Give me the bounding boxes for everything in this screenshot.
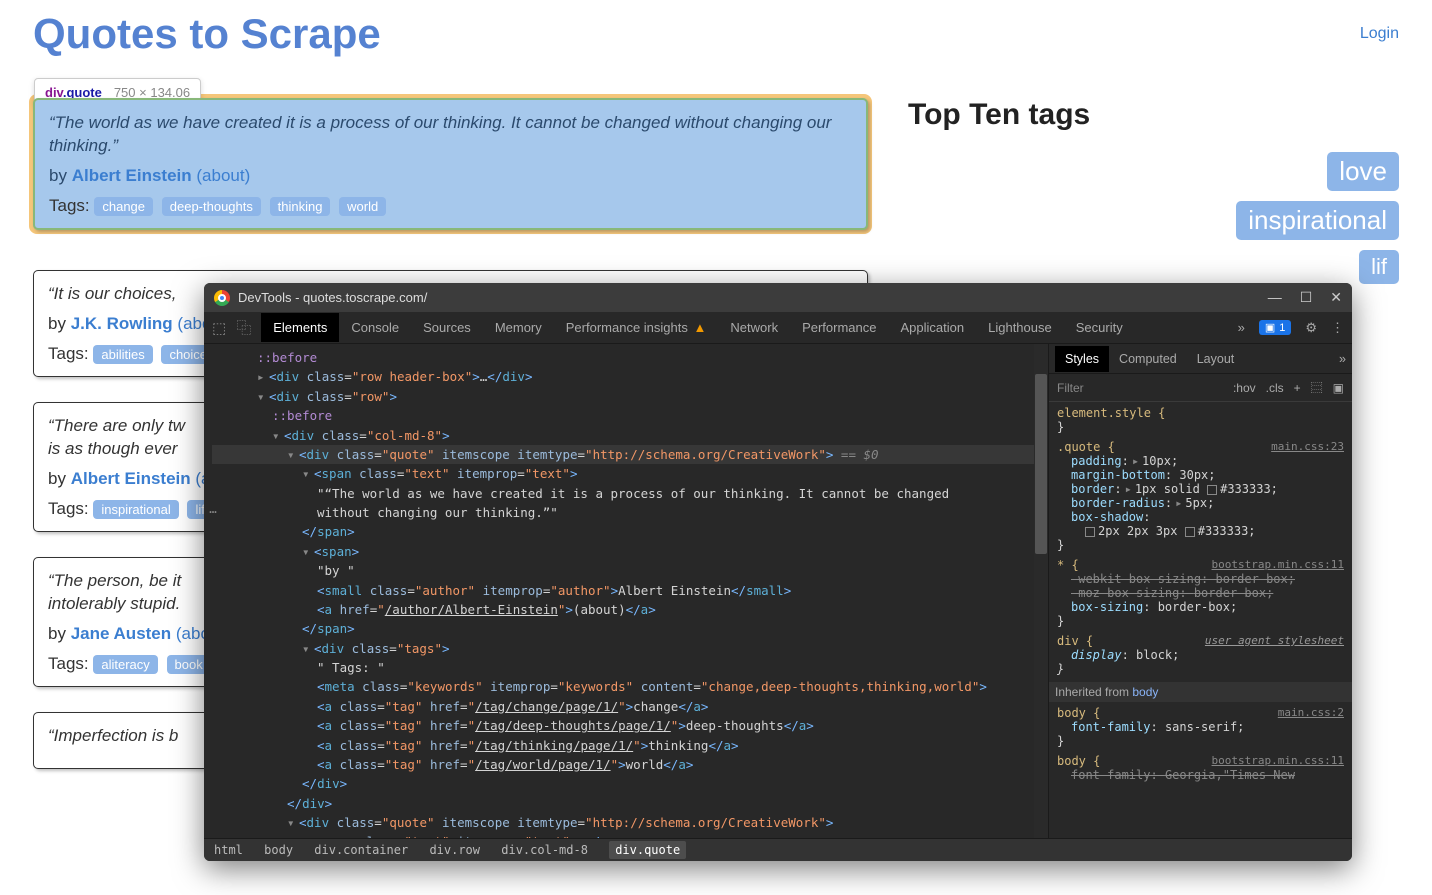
- styles-tab-styles[interactable]: Styles: [1055, 346, 1109, 372]
- issues-badge[interactable]: ▣ 1: [1259, 320, 1292, 335]
- more-styles-tabs-icon[interactable]: »: [1339, 352, 1346, 366]
- chrome-icon: [214, 290, 230, 306]
- tab-security[interactable]: Security: [1064, 313, 1135, 342]
- author-link[interactable]: Jane Austen: [71, 624, 171, 643]
- devtools-window: DevTools - quotes.toscrape.com/ — ☐ ✕ ⬚ …: [204, 283, 1352, 861]
- computed-sidebar-icon[interactable]: ⿳: [1311, 379, 1323, 396]
- tab-application[interactable]: Application: [889, 313, 977, 342]
- tab-console[interactable]: Console: [339, 313, 411, 342]
- styles-tab-computed[interactable]: Computed: [1109, 346, 1187, 372]
- tab-network[interactable]: Network: [718, 313, 790, 342]
- styles-tab-layout[interactable]: Layout: [1187, 346, 1245, 372]
- tab-memory[interactable]: Memory: [483, 313, 554, 342]
- elements-breadcrumb[interactable]: html body div.container div.row div.col-…: [204, 838, 1352, 861]
- tag[interactable]: thinking: [270, 197, 331, 216]
- tab-sources[interactable]: Sources: [411, 313, 483, 342]
- tag[interactable]: change: [94, 197, 153, 216]
- devtools-tabs: ⬚ ⿻ Elements Console Sources Memory Perf…: [204, 312, 1352, 344]
- tag[interactable]: deep-thoughts: [162, 197, 261, 216]
- site-title[interactable]: Quotes to Scrape: [33, 10, 381, 58]
- hov-toggle[interactable]: :hov: [1233, 381, 1256, 395]
- top-tag[interactable]: lif: [1359, 250, 1399, 284]
- quote-byline: by Albert Einstein (about): [49, 166, 852, 186]
- selected-element-line[interactable]: ▾<div class="quote" itemscope itemtype="…: [212, 445, 1040, 464]
- more-tabs-icon[interactable]: »: [1238, 320, 1245, 335]
- tab-lighthouse[interactable]: Lighthouse: [976, 313, 1064, 342]
- styles-filter[interactable]: Filter: [1057, 381, 1223, 395]
- inspect-element-icon[interactable]: ⬚: [212, 319, 226, 337]
- maximize-icon[interactable]: ☐: [1300, 289, 1313, 306]
- tags-row: Tags: change deep-thoughts thinking worl…: [49, 196, 852, 216]
- new-style-icon[interactable]: +: [1294, 381, 1301, 395]
- kebab-icon[interactable]: ⋮: [1331, 320, 1344, 336]
- settings-icon[interactable]: ⚙: [1305, 320, 1317, 336]
- device-toggle-icon[interactable]: ⿻: [236, 317, 251, 338]
- close-icon[interactable]: ✕: [1330, 289, 1342, 306]
- quote-card: “The world as we have created it is a pr…: [33, 98, 868, 230]
- elements-scrollbar[interactable]: [1034, 344, 1048, 838]
- minimize-icon[interactable]: —: [1268, 289, 1282, 306]
- tag[interactable]: abilities: [93, 345, 152, 364]
- tab-elements[interactable]: Elements: [261, 313, 339, 342]
- devtools-titlebar[interactable]: DevTools - quotes.toscrape.com/ — ☐ ✕: [204, 283, 1352, 312]
- top-tags-title: Top Ten tags: [908, 98, 1399, 132]
- quote-text: “The world as we have created it is a pr…: [49, 112, 852, 158]
- cls-toggle[interactable]: .cls: [1266, 381, 1284, 395]
- tag[interactable]: world: [339, 197, 386, 216]
- styles-panel: Styles Computed Layout » Filter :hov .cl…: [1048, 344, 1352, 838]
- login-link[interactable]: Login: [1360, 25, 1399, 43]
- top-tag[interactable]: inspirational: [1236, 201, 1399, 240]
- tab-perf-insights[interactable]: Performance insights ▲: [554, 313, 719, 342]
- about-link[interactable]: (about): [196, 166, 250, 185]
- tab-performance[interactable]: Performance: [790, 313, 888, 342]
- author-link[interactable]: Albert Einstein: [71, 469, 191, 488]
- top-tag[interactable]: love: [1327, 152, 1399, 191]
- devtools-title: DevTools - quotes.toscrape.com/: [238, 290, 427, 305]
- box-model-icon[interactable]: ▣: [1333, 381, 1344, 395]
- tag[interactable]: inspirational: [93, 500, 178, 519]
- author-link[interactable]: J.K. Rowling: [71, 314, 173, 333]
- author-link[interactable]: Albert Einstein: [72, 166, 192, 185]
- tag[interactable]: aliteracy: [93, 655, 157, 674]
- elements-panel[interactable]: ::before ▸<div class="row header-box">…<…: [204, 344, 1048, 838]
